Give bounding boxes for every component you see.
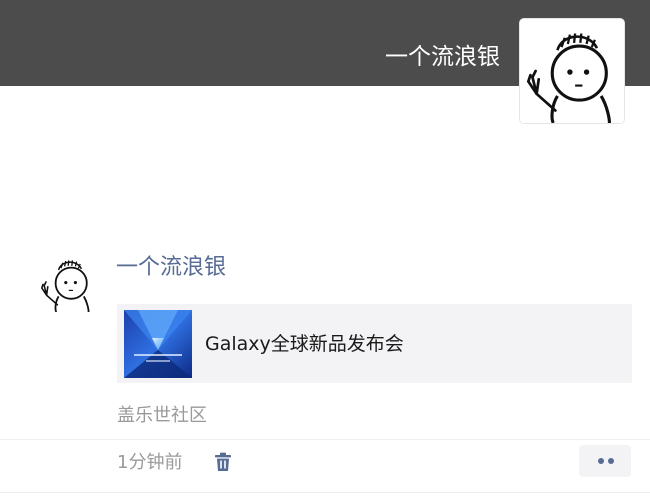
cover-username: 一个流浪银 (385, 44, 500, 70)
bottom-divider (0, 492, 650, 493)
post-author-name[interactable]: 一个流浪银 (116, 254, 226, 282)
galaxy-event-thumbnail-icon (124, 310, 192, 378)
more-options-button[interactable] (579, 445, 631, 477)
link-title: Galaxy全球新品发布会 (205, 333, 404, 355)
cartoon-face-waving-icon (520, 19, 624, 123)
more-dots-icon (598, 458, 604, 464)
cartoon-face-waving-icon (37, 252, 97, 312)
post-source[interactable]: 盖乐世社区 (117, 403, 207, 429)
post-timestamp: 1分钟前 (117, 452, 183, 473)
more-dots-icon (608, 458, 614, 464)
post-author-avatar[interactable] (37, 252, 97, 312)
shared-link-card[interactable]: Galaxy全球新品发布会 (117, 304, 632, 383)
delete-post-button[interactable] (212, 451, 234, 473)
cover-avatar[interactable] (520, 19, 624, 123)
trash-icon (215, 452, 231, 471)
link-thumbnail (124, 310, 192, 378)
divider (0, 439, 650, 440)
